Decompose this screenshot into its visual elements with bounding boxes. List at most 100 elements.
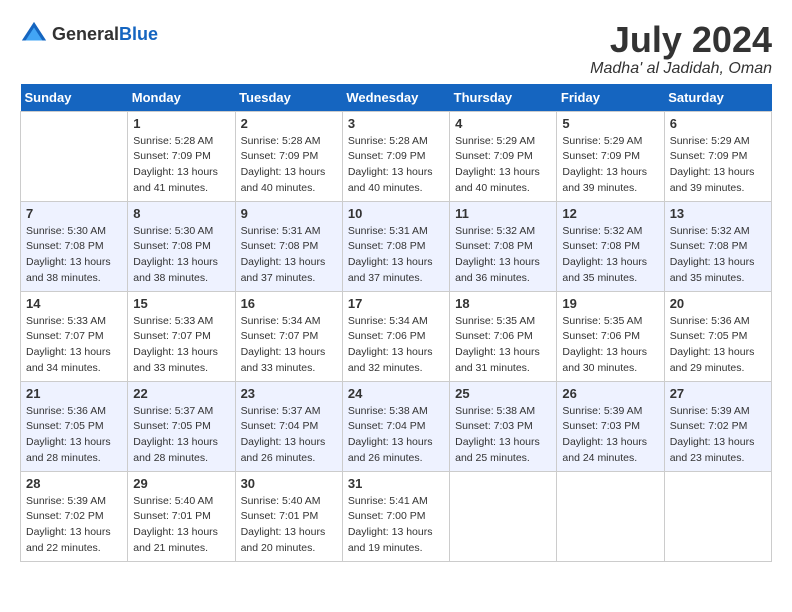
table-cell: 26Sunrise: 5:39 AMSunset: 7:03 PMDayligh…: [557, 381, 664, 471]
day-number: 30: [241, 476, 337, 491]
day-number: 24: [348, 386, 444, 401]
cell-info: Sunrise: 5:40 AMSunset: 7:01 PMDaylight:…: [241, 494, 337, 557]
table-cell: 31 Sunrise: 5:41 AMSunset: 7:00 PMDayligh…: [342, 471, 449, 561]
day-number: 16: [241, 296, 337, 311]
day-number: 2: [241, 116, 337, 131]
table-cell: [664, 471, 771, 561]
logo-text-blue: Blue: [119, 24, 158, 44]
day-number: 20: [670, 296, 766, 311]
day-number: 23: [241, 386, 337, 401]
table-cell: 12 Sunrise: 5:32 AMSunset: 7:08 PMDayligh…: [557, 201, 664, 291]
day-number: 31: [348, 476, 444, 491]
cell-info: Sunrise: 5:38 AMSunset: 7:03 PMDaylight:…: [455, 404, 551, 467]
day-number: 8: [133, 206, 229, 221]
day-number: 3: [348, 116, 444, 131]
cell-info: Sunrise: 5:39 AMSunset: 7:03 PMDaylight:…: [562, 404, 658, 467]
day-number: 28: [26, 476, 122, 491]
cell-info: Sunrise: 5:40 AMSunset: 7:01 PMDaylight:…: [133, 494, 229, 557]
day-number: 6: [670, 116, 766, 131]
table-cell: 6 Sunrise: 5:29 AMSunset: 7:09 PMDaylight…: [664, 111, 771, 201]
table-cell: [21, 111, 128, 201]
header-friday: Friday: [557, 84, 664, 112]
table-cell: 27 Sunrise: 5:39 AMSunset: 7:02 PMDayligh…: [664, 381, 771, 471]
table-cell: 22Sunrise: 5:37 AMSunset: 7:05 PMDayligh…: [128, 381, 235, 471]
cell-info: Sunrise: 5:38 AMSunset: 7:04 PMDaylight:…: [348, 404, 444, 467]
day-number: 4: [455, 116, 551, 131]
cell-info: Sunrise: 5:41 AMSunset: 7:00 PMDaylight:…: [348, 494, 444, 557]
calendar-row-3: 14 Sunrise: 5:33 AMSunset: 7:07 PMDayligh…: [21, 291, 772, 381]
cell-info: Sunrise: 5:34 AMSunset: 7:07 PMDaylight:…: [241, 314, 337, 377]
table-cell: 23Sunrise: 5:37 AMSunset: 7:04 PMDayligh…: [235, 381, 342, 471]
table-cell: [557, 471, 664, 561]
logo-text-general: General: [52, 24, 119, 44]
day-number: 13: [670, 206, 766, 221]
table-cell: [450, 471, 557, 561]
page-header: GeneralBlue July 2024 Madha' al Jadidah,…: [20, 20, 772, 78]
header-tuesday: Tuesday: [235, 84, 342, 112]
cell-info: Sunrise: 5:36 AMSunset: 7:05 PMDaylight:…: [670, 314, 766, 377]
cell-info: Sunrise: 5:32 AMSunset: 7:08 PMDaylight:…: [455, 224, 551, 287]
table-cell: 11Sunrise: 5:32 AMSunset: 7:08 PMDayligh…: [450, 201, 557, 291]
day-number: 10: [348, 206, 444, 221]
day-number: 1: [133, 116, 229, 131]
table-cell: 19 Sunrise: 5:35 AMSunset: 7:06 PMDayligh…: [557, 291, 664, 381]
weekday-header-row: Sunday Monday Tuesday Wednesday Thursday…: [21, 84, 772, 112]
day-number: 21: [26, 386, 122, 401]
cell-info: Sunrise: 5:32 AMSunset: 7:08 PMDaylight:…: [670, 224, 766, 287]
table-cell: 15Sunrise: 5:33 AMSunset: 7:07 PMDayligh…: [128, 291, 235, 381]
cell-info: Sunrise: 5:36 AMSunset: 7:05 PMDaylight:…: [26, 404, 122, 467]
day-number: 25: [455, 386, 551, 401]
cell-info: Sunrise: 5:32 AMSunset: 7:08 PMDaylight:…: [562, 224, 658, 287]
day-number: 19: [562, 296, 658, 311]
table-cell: 29Sunrise: 5:40 AMSunset: 7:01 PMDayligh…: [128, 471, 235, 561]
cell-info: Sunrise: 5:29 AMSunset: 7:09 PMDaylight:…: [562, 134, 658, 197]
calendar-row-5: 28Sunrise: 5:39 AMSunset: 7:02 PMDayligh…: [21, 471, 772, 561]
day-number: 7: [26, 206, 122, 221]
title-area: July 2024 Madha' al Jadidah, Oman: [590, 20, 772, 78]
table-cell: 5Sunrise: 5:29 AMSunset: 7:09 PMDaylight…: [557, 111, 664, 201]
cell-info: Sunrise: 5:35 AMSunset: 7:06 PMDaylight:…: [455, 314, 551, 377]
cell-info: Sunrise: 5:30 AMSunset: 7:08 PMDaylight:…: [26, 224, 122, 287]
day-number: 17: [348, 296, 444, 311]
header-thursday: Thursday: [450, 84, 557, 112]
cell-info: Sunrise: 5:33 AMSunset: 7:07 PMDaylight:…: [26, 314, 122, 377]
table-cell: 7 Sunrise: 5:30 AMSunset: 7:08 PMDaylight…: [21, 201, 128, 291]
table-cell: 14 Sunrise: 5:33 AMSunset: 7:07 PMDayligh…: [21, 291, 128, 381]
cell-info: Sunrise: 5:28 AMSunset: 7:09 PMDaylight:…: [348, 134, 444, 197]
cell-info: Sunrise: 5:34 AMSunset: 7:06 PMDaylight:…: [348, 314, 444, 377]
subtitle: Madha' al Jadidah, Oman: [590, 60, 772, 78]
table-cell: 13 Sunrise: 5:32 AMSunset: 7:08 PMDayligh…: [664, 201, 771, 291]
cell-info: Sunrise: 5:29 AMSunset: 7:09 PMDaylight:…: [670, 134, 766, 197]
table-cell: 2 Sunrise: 5:28 AMSunset: 7:09 PMDaylight…: [235, 111, 342, 201]
table-cell: 21 Sunrise: 5:36 AMSunset: 7:05 PMDayligh…: [21, 381, 128, 471]
cell-info: Sunrise: 5:29 AMSunset: 7:09 PMDaylight:…: [455, 134, 551, 197]
table-cell: 8 Sunrise: 5:30 AMSunset: 7:08 PMDaylight…: [128, 201, 235, 291]
calendar-row-4: 21 Sunrise: 5:36 AMSunset: 7:05 PMDayligh…: [21, 381, 772, 471]
main-title: July 2024: [590, 20, 772, 60]
cell-info: Sunrise: 5:30 AMSunset: 7:08 PMDaylight:…: [133, 224, 229, 287]
day-number: 9: [241, 206, 337, 221]
day-number: 15: [133, 296, 229, 311]
table-cell: 4 Sunrise: 5:29 AMSunset: 7:09 PMDaylight…: [450, 111, 557, 201]
cell-info: Sunrise: 5:28 AMSunset: 7:09 PMDaylight:…: [133, 134, 229, 197]
calendar-table: Sunday Monday Tuesday Wednesday Thursday…: [20, 84, 772, 562]
header-sunday: Sunday: [21, 84, 128, 112]
calendar-row-1: 1 Sunrise: 5:28 AMSunset: 7:09 PMDaylight…: [21, 111, 772, 201]
logo-icon: [20, 20, 48, 48]
table-cell: 20 Sunrise: 5:36 AMSunset: 7:05 PMDayligh…: [664, 291, 771, 381]
cell-info: Sunrise: 5:35 AMSunset: 7:06 PMDaylight:…: [562, 314, 658, 377]
cell-info: Sunrise: 5:39 AMSunset: 7:02 PMDaylight:…: [670, 404, 766, 467]
table-cell: 24 Sunrise: 5:38 AMSunset: 7:04 PMDayligh…: [342, 381, 449, 471]
table-cell: 30 Sunrise: 5:40 AMSunset: 7:01 PMDayligh…: [235, 471, 342, 561]
day-number: 27: [670, 386, 766, 401]
header-wednesday: Wednesday: [342, 84, 449, 112]
cell-info: Sunrise: 5:28 AMSunset: 7:09 PMDaylight:…: [241, 134, 337, 197]
table-cell: 18Sunrise: 5:35 AMSunset: 7:06 PMDayligh…: [450, 291, 557, 381]
header-saturday: Saturday: [664, 84, 771, 112]
cell-info: Sunrise: 5:31 AMSunset: 7:08 PMDaylight:…: [241, 224, 337, 287]
day-number: 22: [133, 386, 229, 401]
table-cell: 3 Sunrise: 5:28 AMSunset: 7:09 PMDaylight…: [342, 111, 449, 201]
day-number: 14: [26, 296, 122, 311]
day-number: 12: [562, 206, 658, 221]
table-cell: 10Sunrise: 5:31 AMSunset: 7:08 PMDayligh…: [342, 201, 449, 291]
